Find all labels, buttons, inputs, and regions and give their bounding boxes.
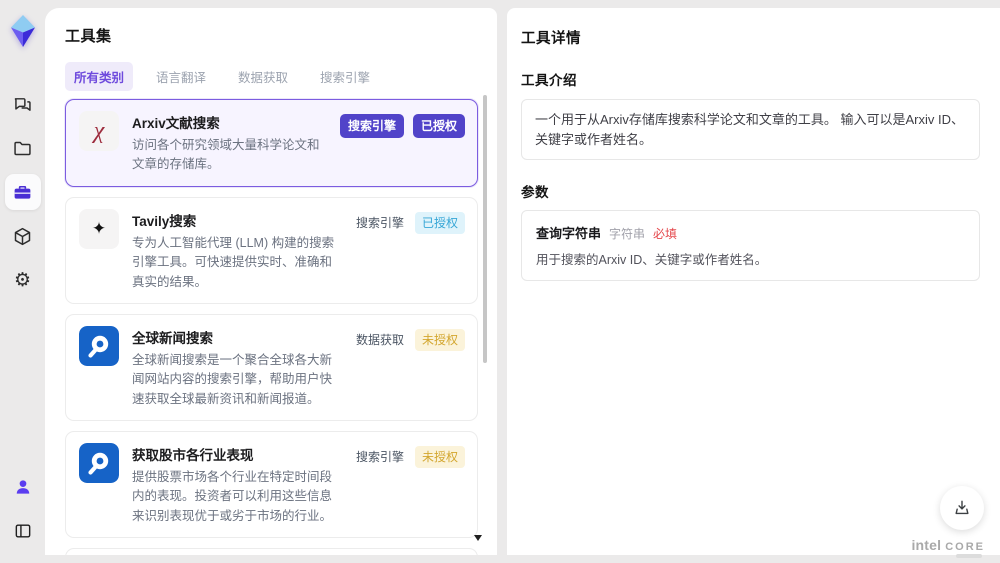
category-tab[interactable]: 搜索引擎 (311, 62, 379, 91)
param-box: 查询字符串 字符串 必填 用于搜索的Arxiv ID、关键字或作者姓名。 (521, 210, 980, 281)
tool-card[interactable]: 获取市场最活跃股票信息 提供当天交易量最高的股票列表，投资者可以利用这些信息来识… (65, 548, 478, 555)
main-area: 工具集 所有类别 语言翻译 数据获取 搜索引擎 χ Arxiv文献搜索 访问各个… (45, 0, 1000, 563)
cube-icon[interactable] (5, 218, 41, 254)
param-type: 字符串 (609, 227, 646, 241)
tool-description: 全球新闻搜索是一个聚合全球各大新闻网站内容的搜索引擎，帮助用户快速获取全球最新资… (132, 352, 333, 406)
tool-description: 访问各个研究领域大量科学论文和文章的存储库。 (132, 138, 320, 172)
tool-name: Tavily搜索 (132, 213, 197, 229)
scrollbar-thumb[interactable] (483, 95, 487, 363)
intro-text: 一个用于从Arxiv存储库搜索科学论文和文章的工具。 输入可以是Arxiv ID… (535, 112, 965, 147)
page-title: 工具集 (65, 28, 112, 45)
tool-category-badge: 搜索引擎 (355, 215, 404, 230)
intel-logo-sub-badge (956, 554, 982, 558)
tool-name: 全球新闻搜索 (132, 330, 213, 346)
category-tabs: 所有类别 语言翻译 数据获取 搜索引擎 (65, 62, 478, 91)
tool-card[interactable]: 获取股市各行业表现 提供股票市场各个行业在特定时间段内的表现。投资者可以利用这些… (65, 431, 478, 539)
category-tab[interactable]: 所有类别 (65, 62, 134, 91)
tool-card[interactable]: 全球新闻搜索 全球新闻搜索是一个聚合全球各大新闻网站内容的搜索引擎，帮助用户快速… (65, 313, 478, 421)
download-icon (955, 500, 969, 515)
param-name: 查询字符串 (536, 226, 602, 241)
details-title: 工具详情 (521, 31, 581, 47)
tool-category-badge: 数据获取 (355, 332, 404, 347)
sparkle-icon: ✦ (79, 208, 119, 249)
intro-heading: 工具介绍 (521, 73, 577, 88)
panel-toggle-icon[interactable] (5, 513, 41, 549)
app-logo[interactable] (8, 14, 38, 48)
params-heading: 参数 (521, 185, 549, 200)
download-button[interactable] (940, 486, 984, 530)
gear-icon[interactable]: ⚙ (5, 262, 41, 298)
tool-status-badge: 未授权 (414, 328, 465, 351)
tools-list: χ Arxiv文献搜索 访问各个研究领域大量科学论文和文章的存储库。 搜索引擎 … (65, 99, 478, 555)
tool-status-badge: 已授权 (414, 211, 465, 234)
tool-status-badge: 未授权 (414, 446, 465, 468)
folder-icon[interactable] (5, 130, 41, 166)
sparkle-glyph: ✦ (91, 219, 107, 239)
category-tab[interactable]: 语言翻译 (147, 62, 215, 91)
tools-panel: 工具集 所有类别 语言翻译 数据获取 搜索引擎 χ Arxiv文献搜索 访问各个… (45, 8, 497, 555)
tool-category-badge: 搜索引擎 (339, 114, 404, 138)
category-tab[interactable]: 数据获取 (229, 62, 297, 91)
tool-card[interactable]: ✦ Tavily搜索 专为人工智能代理 (LLM) 构建的搜索引擎工具。可快速提… (65, 196, 478, 304)
tool-details-panel: 工具详情 工具介绍 一个用于从Arxiv存储库搜索科学论文和文章的工具。 输入可… (507, 8, 1000, 555)
intel-core-logo: intel core (911, 537, 985, 553)
left-rail: ⚙ (0, 0, 45, 563)
blue-search-icon (79, 325, 119, 366)
tool-category-badge: 搜索引擎 (355, 450, 404, 464)
scroll-down-arrow-icon[interactable] (474, 535, 482, 541)
arxiv-chi-glyph: χ (93, 118, 105, 144)
tool-description: 提供股票市场各个行业在特定时间段内的表现。投资者可以利用这些信息来识别表现优于或… (132, 470, 333, 523)
param-description: 用于搜索的Arxiv ID、关键字或作者姓名。 (536, 253, 768, 267)
tool-name: 获取股市各行业表现 (132, 448, 254, 463)
blue-search-icon (79, 443, 119, 483)
chat-icon[interactable] (5, 86, 41, 122)
param-required-badge: 必填 (653, 227, 678, 241)
tool-card[interactable]: χ Arxiv文献搜索 访问各个研究领域大量科学论文和文章的存储库。 搜索引擎 … (65, 99, 478, 187)
user-icon[interactable] (5, 469, 41, 505)
tool-name: Arxiv文献搜索 (132, 116, 220, 131)
toolbox-icon[interactable] (4, 174, 41, 210)
tool-description: 专为人工智能代理 (LLM) 构建的搜索引擎工具。可快速提供实时、准确和真实的结… (132, 235, 335, 289)
arxiv-icon: χ (79, 111, 119, 151)
intro-box: 一个用于从Arxiv存储库搜索科学论文和文章的工具。 输入可以是Arxiv ID… (521, 99, 980, 160)
tool-status-badge: 已授权 (412, 114, 465, 138)
